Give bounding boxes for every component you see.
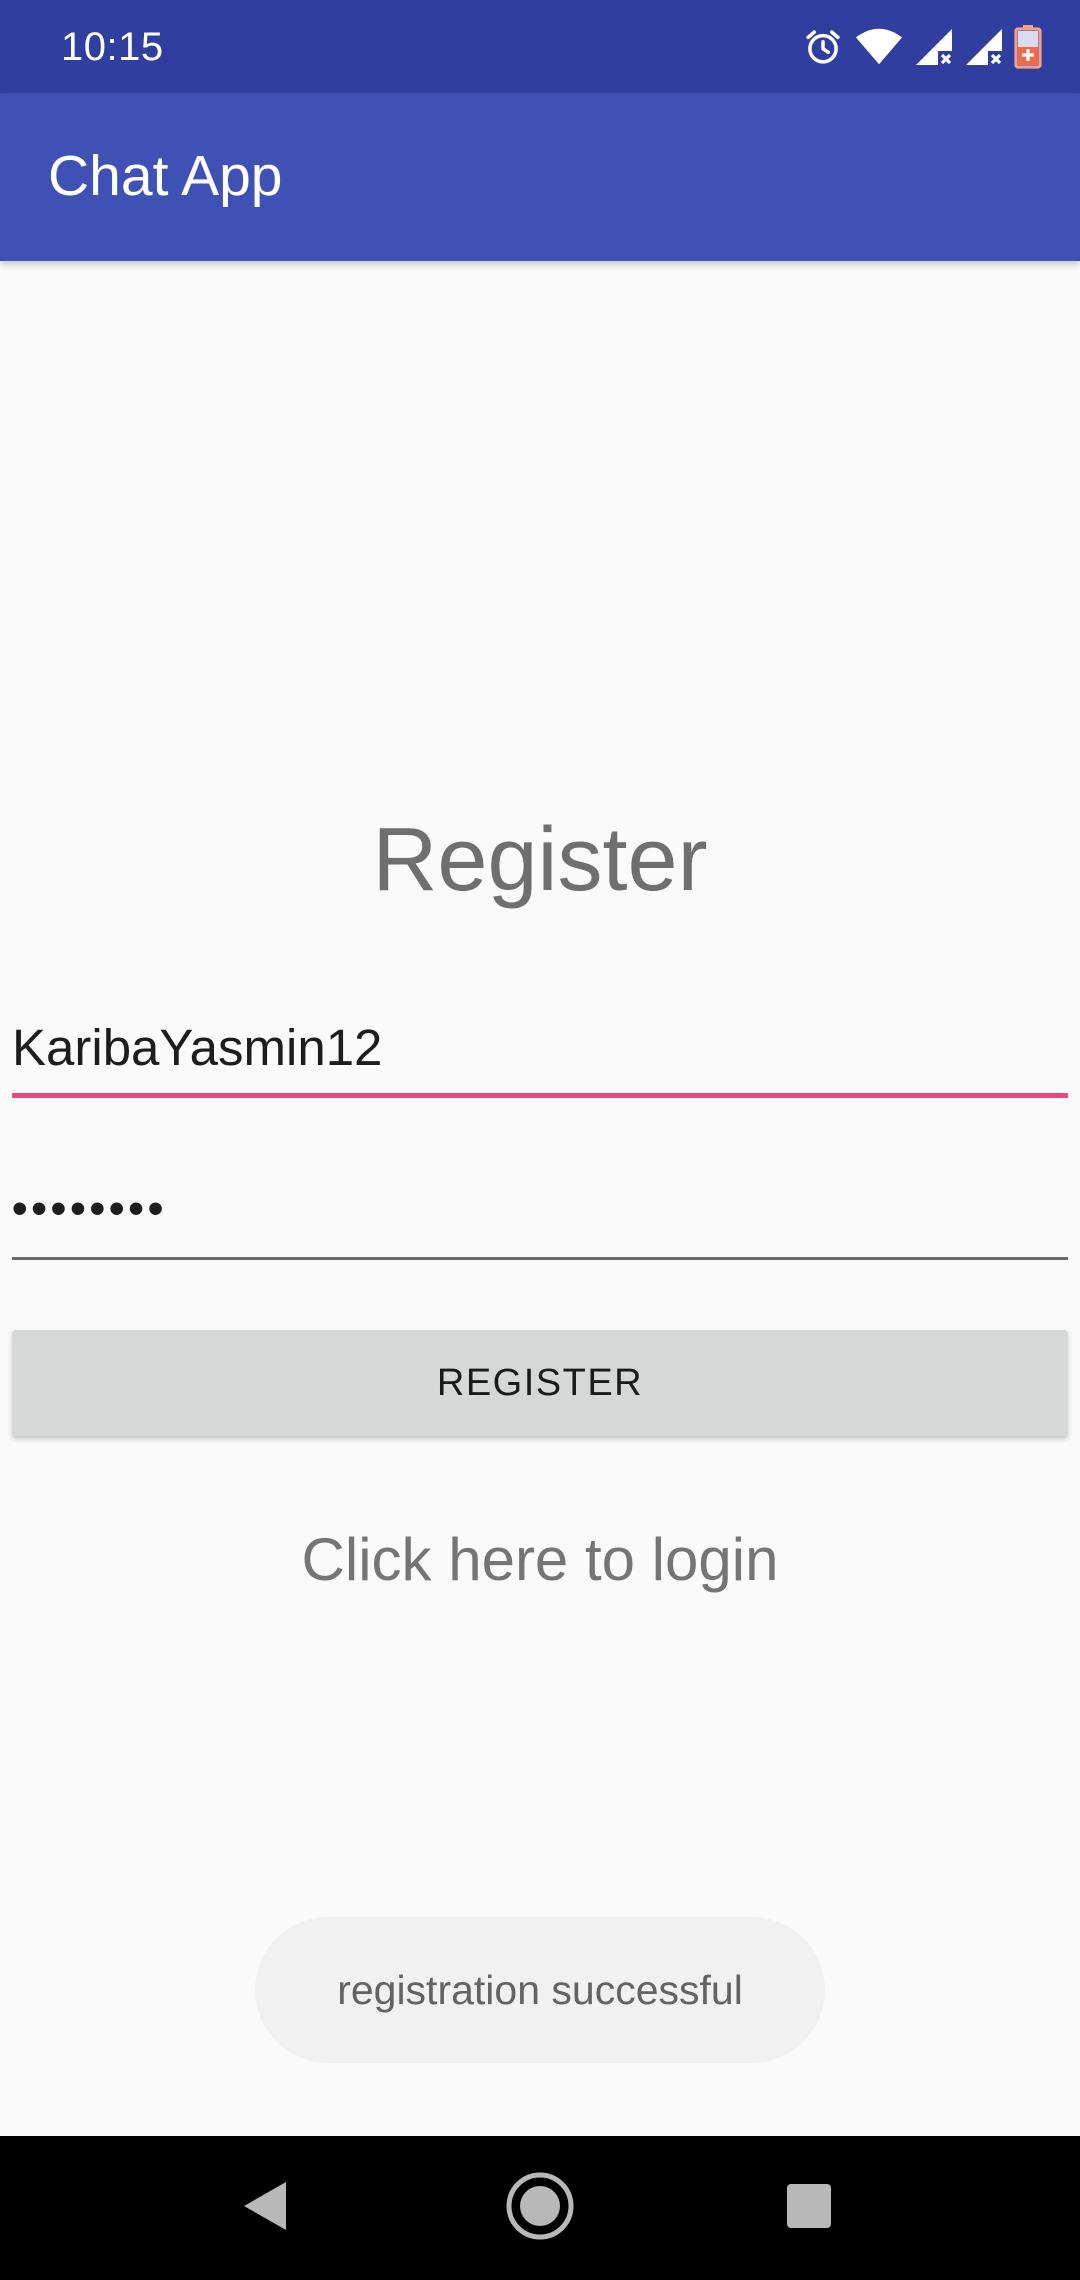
register-screen: 10:15 Chat App Register KaribaYasmin12 R… [0, 0, 1080, 2280]
password-input[interactable] [12, 1164, 1068, 1254]
app-title: Chat App [48, 144, 283, 208]
username-field[interactable] [12, 1002, 1068, 1098]
register-heading: Register [372, 810, 708, 910]
toast-message: registration successful [337, 1966, 743, 2013]
username-input[interactable] [12, 1002, 1068, 1092]
battery-charging-icon [1014, 25, 1042, 69]
alarm-icon [802, 26, 844, 68]
login-link[interactable]: Click here to login [0, 1525, 1080, 1595]
status-time: 10:15 [61, 25, 164, 69]
password-field[interactable] [12, 1164, 1068, 1260]
back-icon [242, 2180, 288, 2237]
back-button[interactable] [220, 2163, 310, 2253]
status-icons [802, 22, 1042, 72]
home-button[interactable] [495, 2163, 585, 2253]
recents-button[interactable] [764, 2163, 854, 2253]
signal-no-data-icon [964, 27, 1004, 67]
home-icon [505, 2171, 575, 2246]
toast: registration successful [255, 1917, 825, 2063]
app-bar: Chat App [0, 93, 1080, 261]
wifi-icon [854, 27, 904, 67]
signal-no-data-icon [914, 27, 954, 67]
status-bar: 10:15 [0, 0, 1080, 93]
register-button[interactable]: REGISTER [12, 1330, 1068, 1436]
navigation-bar [0, 2136, 1080, 2280]
recents-icon [786, 2183, 832, 2234]
